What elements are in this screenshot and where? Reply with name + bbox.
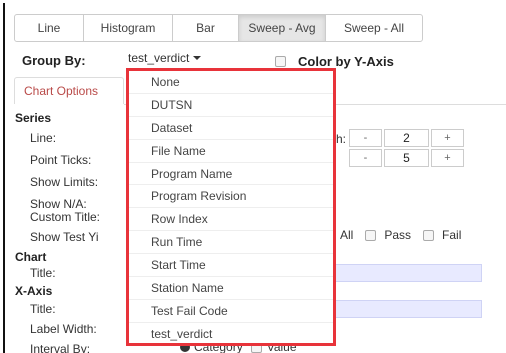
chart-heading: Chart [15, 250, 47, 264]
tab-histogram[interactable]: Histogram [83, 14, 173, 42]
x-axis-heading: X-Axis [15, 284, 53, 298]
color-by-label: Color by Y-Axis [298, 54, 394, 69]
dropdown-option-file-name[interactable]: File Name [129, 140, 333, 163]
verdict-option-fail[interactable]: Fail [442, 228, 461, 242]
series-heading: Series [15, 111, 52, 125]
verdict-filter: All Pass Fail [340, 228, 461, 242]
interval-by-label: Interval By: [30, 342, 91, 353]
caret-down-icon [193, 56, 202, 60]
dropdown-option-program-name[interactable]: Program Name [129, 163, 333, 186]
point-ticks-spinner: - 5 + [349, 149, 464, 167]
group-by-label: Group By: [22, 53, 86, 68]
point-ticks-label: Point Ticks: [30, 153, 92, 167]
chart-title-label: Title: [30, 266, 56, 280]
chart-type-tabs: Line Histogram Bar Sweep - Avg Sweep - A… [14, 14, 423, 42]
color-by-option[interactable]: Color by Y-Axis [275, 54, 394, 69]
x-axis-title-input[interactable] [335, 300, 482, 318]
verdict-option-pass[interactable]: Pass [384, 228, 411, 242]
point-ticks-decrement-button[interactable]: - [349, 149, 382, 167]
verdict-pass-checkbox[interactable] [365, 229, 377, 241]
group-by-select[interactable]: test_verdict [128, 51, 202, 65]
dropdown-option-none[interactable]: None [129, 71, 333, 94]
window-frame-edge [3, 3, 5, 353]
line-width-spinner: - 2 + [349, 129, 464, 147]
dropdown-option-dutsn[interactable]: DUTSN [129, 94, 333, 117]
show-na-label: Show N/A: [30, 197, 87, 211]
group-by-selected-value: test_verdict [128, 51, 190, 65]
tab-sweep-avg[interactable]: Sweep - Avg [238, 14, 326, 42]
dropdown-option-row-index[interactable]: Row Index [129, 208, 333, 232]
line-width-increment-button[interactable]: + [431, 129, 464, 147]
dropdown-option-station-name[interactable]: Station Name [129, 277, 333, 300]
custom-title-label: Custom Title: [30, 210, 101, 224]
dropdown-option-test-fail-code[interactable]: Test Fail Code [129, 300, 333, 323]
group-by-dropdown-menu: None DUTSN Dataset File Name Program Nam… [126, 68, 336, 346]
label-width-label: Label Width: [30, 322, 97, 336]
tab-bar[interactable]: Bar [172, 14, 239, 42]
x-axis-title-label: Title: [30, 302, 56, 316]
tab-line[interactable]: Line [14, 14, 84, 42]
tab-sweep-all[interactable]: Sweep - All [325, 14, 423, 42]
dropdown-option-test-verdict[interactable]: test_verdict [129, 323, 333, 346]
tab-chart-options[interactable]: Chart Options [14, 77, 124, 104]
dropdown-option-dataset[interactable]: Dataset [129, 117, 333, 140]
line-width-value[interactable]: 2 [384, 129, 429, 147]
point-ticks-value[interactable]: 5 [384, 149, 429, 167]
show-limits-label: Show Limits: [30, 175, 99, 189]
dropdown-option-run-time[interactable]: Run Time [129, 231, 333, 255]
point-ticks-increment-button[interactable]: + [431, 149, 464, 167]
verdict-fail-checkbox[interactable] [423, 229, 435, 241]
line-width-suffix: h: [336, 132, 347, 146]
line-width-decrement-button[interactable]: - [349, 129, 382, 147]
line-label: Line: [30, 131, 57, 145]
dropdown-option-program-revision[interactable]: Program Revision [129, 185, 333, 209]
show-test-label: Show Test Yi [30, 230, 99, 244]
chart-title-input[interactable] [335, 264, 482, 282]
verdict-option-all[interactable]: All [340, 228, 353, 242]
color-by-checkbox[interactable] [275, 56, 286, 67]
dropdown-option-start-time[interactable]: Start Time [129, 254, 333, 278]
